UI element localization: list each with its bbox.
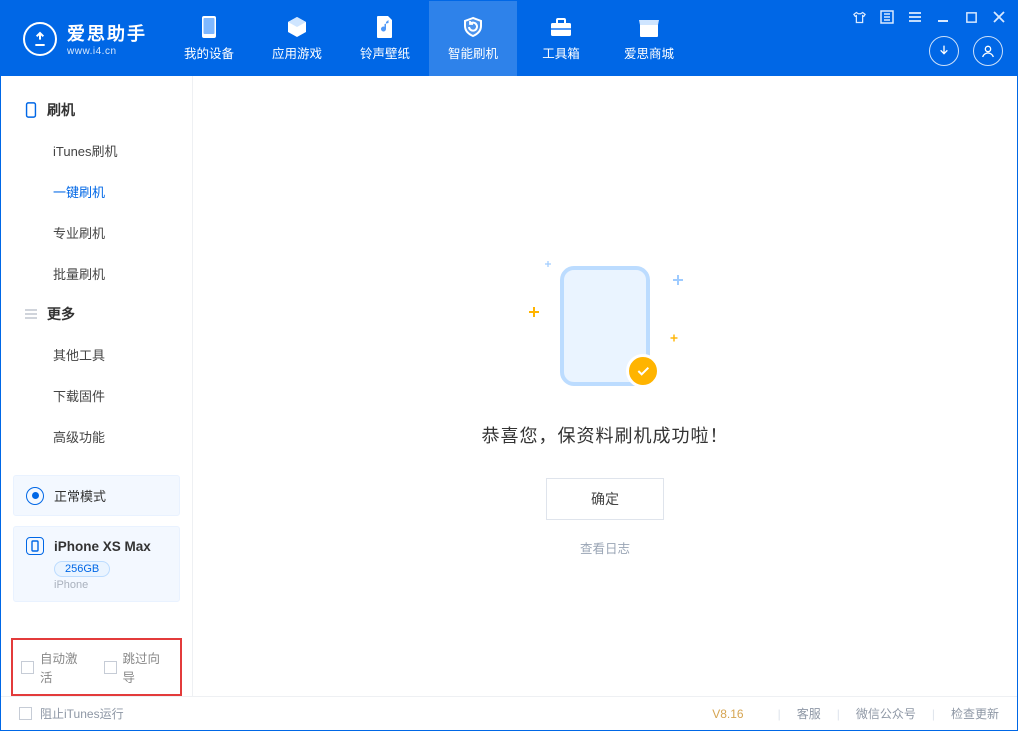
maximize-button[interactable]	[961, 7, 981, 27]
sparkle-icon	[672, 274, 684, 286]
sidebar: 刷机 iTunes刷机 一键刷机 专业刷机 批量刷机 更多 其他工具 下载固件 …	[1, 76, 193, 696]
sidebar-item-download-firmware[interactable]: 下载固件	[1, 375, 192, 416]
sidebar-group-more[interactable]: 更多	[1, 294, 192, 334]
sidebar-nav: 刷机 iTunes刷机 一键刷机 专业刷机 批量刷机 更多 其他工具 下载固件 …	[1, 76, 192, 475]
version-label: V8.16	[712, 707, 743, 721]
statusbar: 阻止iTunes运行 V8.16 | 客服 | 微信公众号 | 检查更新	[1, 696, 1017, 730]
device-small-icon	[26, 537, 44, 555]
toolbox-icon	[549, 15, 573, 39]
sparkle-icon	[528, 306, 540, 318]
sidebar-status: 正常模式 iPhone XS Max 256GB iPhone 自动激活	[1, 475, 192, 696]
sparkle-icon	[670, 334, 678, 342]
statusbar-right: V8.16 | 客服 | 微信公众号 | 检查更新	[712, 705, 999, 722]
sidebar-item-batch-flash[interactable]: 批量刷机	[1, 253, 192, 294]
minimize-button[interactable]	[933, 7, 953, 27]
header: 爱思助手 www.i4.cn 我的设备 应用游戏 铃声壁纸 智能刷机	[1, 1, 1017, 76]
device-name: iPhone XS Max	[54, 539, 151, 554]
confirm-button[interactable]: 确定	[546, 478, 664, 520]
user-icon[interactable]	[973, 36, 1003, 66]
store-icon	[637, 15, 661, 39]
app-window: 爱思助手 www.i4.cn 我的设备 应用游戏 铃声壁纸 智能刷机	[0, 0, 1018, 731]
music-file-icon	[373, 15, 397, 39]
tab-label: 工具箱	[542, 43, 580, 62]
sparkle-icon	[544, 260, 551, 267]
tshirt-icon[interactable]	[849, 7, 869, 27]
device-icon	[23, 102, 39, 118]
opt-label: 自动激活	[40, 648, 90, 686]
menu-icon[interactable]	[905, 7, 925, 27]
body: 刷机 iTunes刷机 一键刷机 专业刷机 批量刷机 更多 其他工具 下载固件 …	[1, 76, 1017, 696]
mode-card[interactable]: 正常模式	[13, 475, 180, 516]
logo[interactable]: 爱思助手 www.i4.cn	[1, 1, 165, 76]
sidebar-item-pro-flash[interactable]: 专业刷机	[1, 212, 192, 253]
tab-my-device[interactable]: 我的设备	[165, 1, 253, 76]
check-update-link[interactable]: 检查更新	[951, 705, 999, 722]
tab-label: 铃声壁纸	[360, 43, 410, 62]
window-controls	[849, 7, 1009, 27]
tab-apps-games[interactable]: 应用游戏	[253, 1, 341, 76]
checkbox-icon	[21, 661, 34, 674]
app-name-cn: 爱思助手	[67, 20, 147, 46]
header-right-icons	[929, 36, 1003, 66]
tab-store[interactable]: 爱思商城	[605, 1, 693, 76]
wechat-link[interactable]: 微信公众号	[856, 705, 916, 722]
success-message: 恭喜您，保资料刷机成功啦！	[482, 422, 729, 448]
sidebar-bottom-options: 自动激活 跳过向导	[11, 638, 182, 696]
mode-label: 正常模式	[54, 486, 106, 505]
checkbox-block-itunes[interactable]: 阻止iTunes运行	[19, 705, 124, 722]
group-title: 更多	[47, 304, 75, 324]
more-icon	[23, 306, 39, 322]
list-icon[interactable]	[877, 7, 897, 27]
checkbox-icon	[19, 707, 32, 720]
view-log-link[interactable]: 查看日志	[580, 538, 630, 557]
logo-text: 爱思助手 www.i4.cn	[67, 20, 147, 57]
mode-dot-icon	[26, 487, 44, 505]
device-capacity: 256GB	[54, 561, 110, 577]
cube-icon	[285, 15, 309, 39]
tab-smart-flash[interactable]: 智能刷机	[429, 1, 517, 76]
tab-label: 爱思商城	[624, 43, 674, 62]
download-icon[interactable]	[929, 36, 959, 66]
device-card[interactable]: iPhone XS Max 256GB iPhone	[13, 526, 180, 602]
sidebar-item-oneclick-flash[interactable]: 一键刷机	[1, 171, 192, 212]
logo-icon	[23, 22, 57, 56]
main: 恭喜您，保资料刷机成功啦！ 确定 查看日志	[193, 76, 1017, 696]
sidebar-item-advanced[interactable]: 高级功能	[1, 416, 192, 457]
success-illustration	[560, 266, 650, 386]
sidebar-item-itunes-flash[interactable]: iTunes刷机	[1, 130, 192, 171]
opt-label: 跳过向导	[123, 648, 173, 686]
sidebar-group-flash[interactable]: 刷机	[1, 90, 192, 130]
checkbox-icon	[104, 661, 117, 674]
group-title: 刷机	[47, 100, 75, 120]
app-name-en: www.i4.cn	[67, 46, 147, 57]
tab-label: 智能刷机	[448, 43, 498, 62]
device-type: iPhone	[54, 579, 167, 591]
sidebar-item-other-tools[interactable]: 其他工具	[1, 334, 192, 375]
shield-refresh-icon	[461, 15, 485, 39]
block-itunes-label: 阻止iTunes运行	[40, 705, 124, 722]
tab-label: 应用游戏	[272, 43, 322, 62]
tab-ringtones-wallpapers[interactable]: 铃声壁纸	[341, 1, 429, 76]
checkbox-skip-guide[interactable]: 跳过向导	[104, 648, 173, 686]
nav-tabs: 我的设备 应用游戏 铃声壁纸 智能刷机 工具箱 爱思商城	[165, 1, 693, 76]
close-button[interactable]	[989, 7, 1009, 27]
support-link[interactable]: 客服	[797, 705, 821, 722]
phone-icon	[197, 15, 221, 39]
tab-toolbox[interactable]: 工具箱	[517, 1, 605, 76]
checkbox-auto-activate[interactable]: 自动激活	[21, 648, 90, 686]
tab-label: 我的设备	[184, 43, 234, 62]
check-badge-icon	[626, 354, 660, 388]
